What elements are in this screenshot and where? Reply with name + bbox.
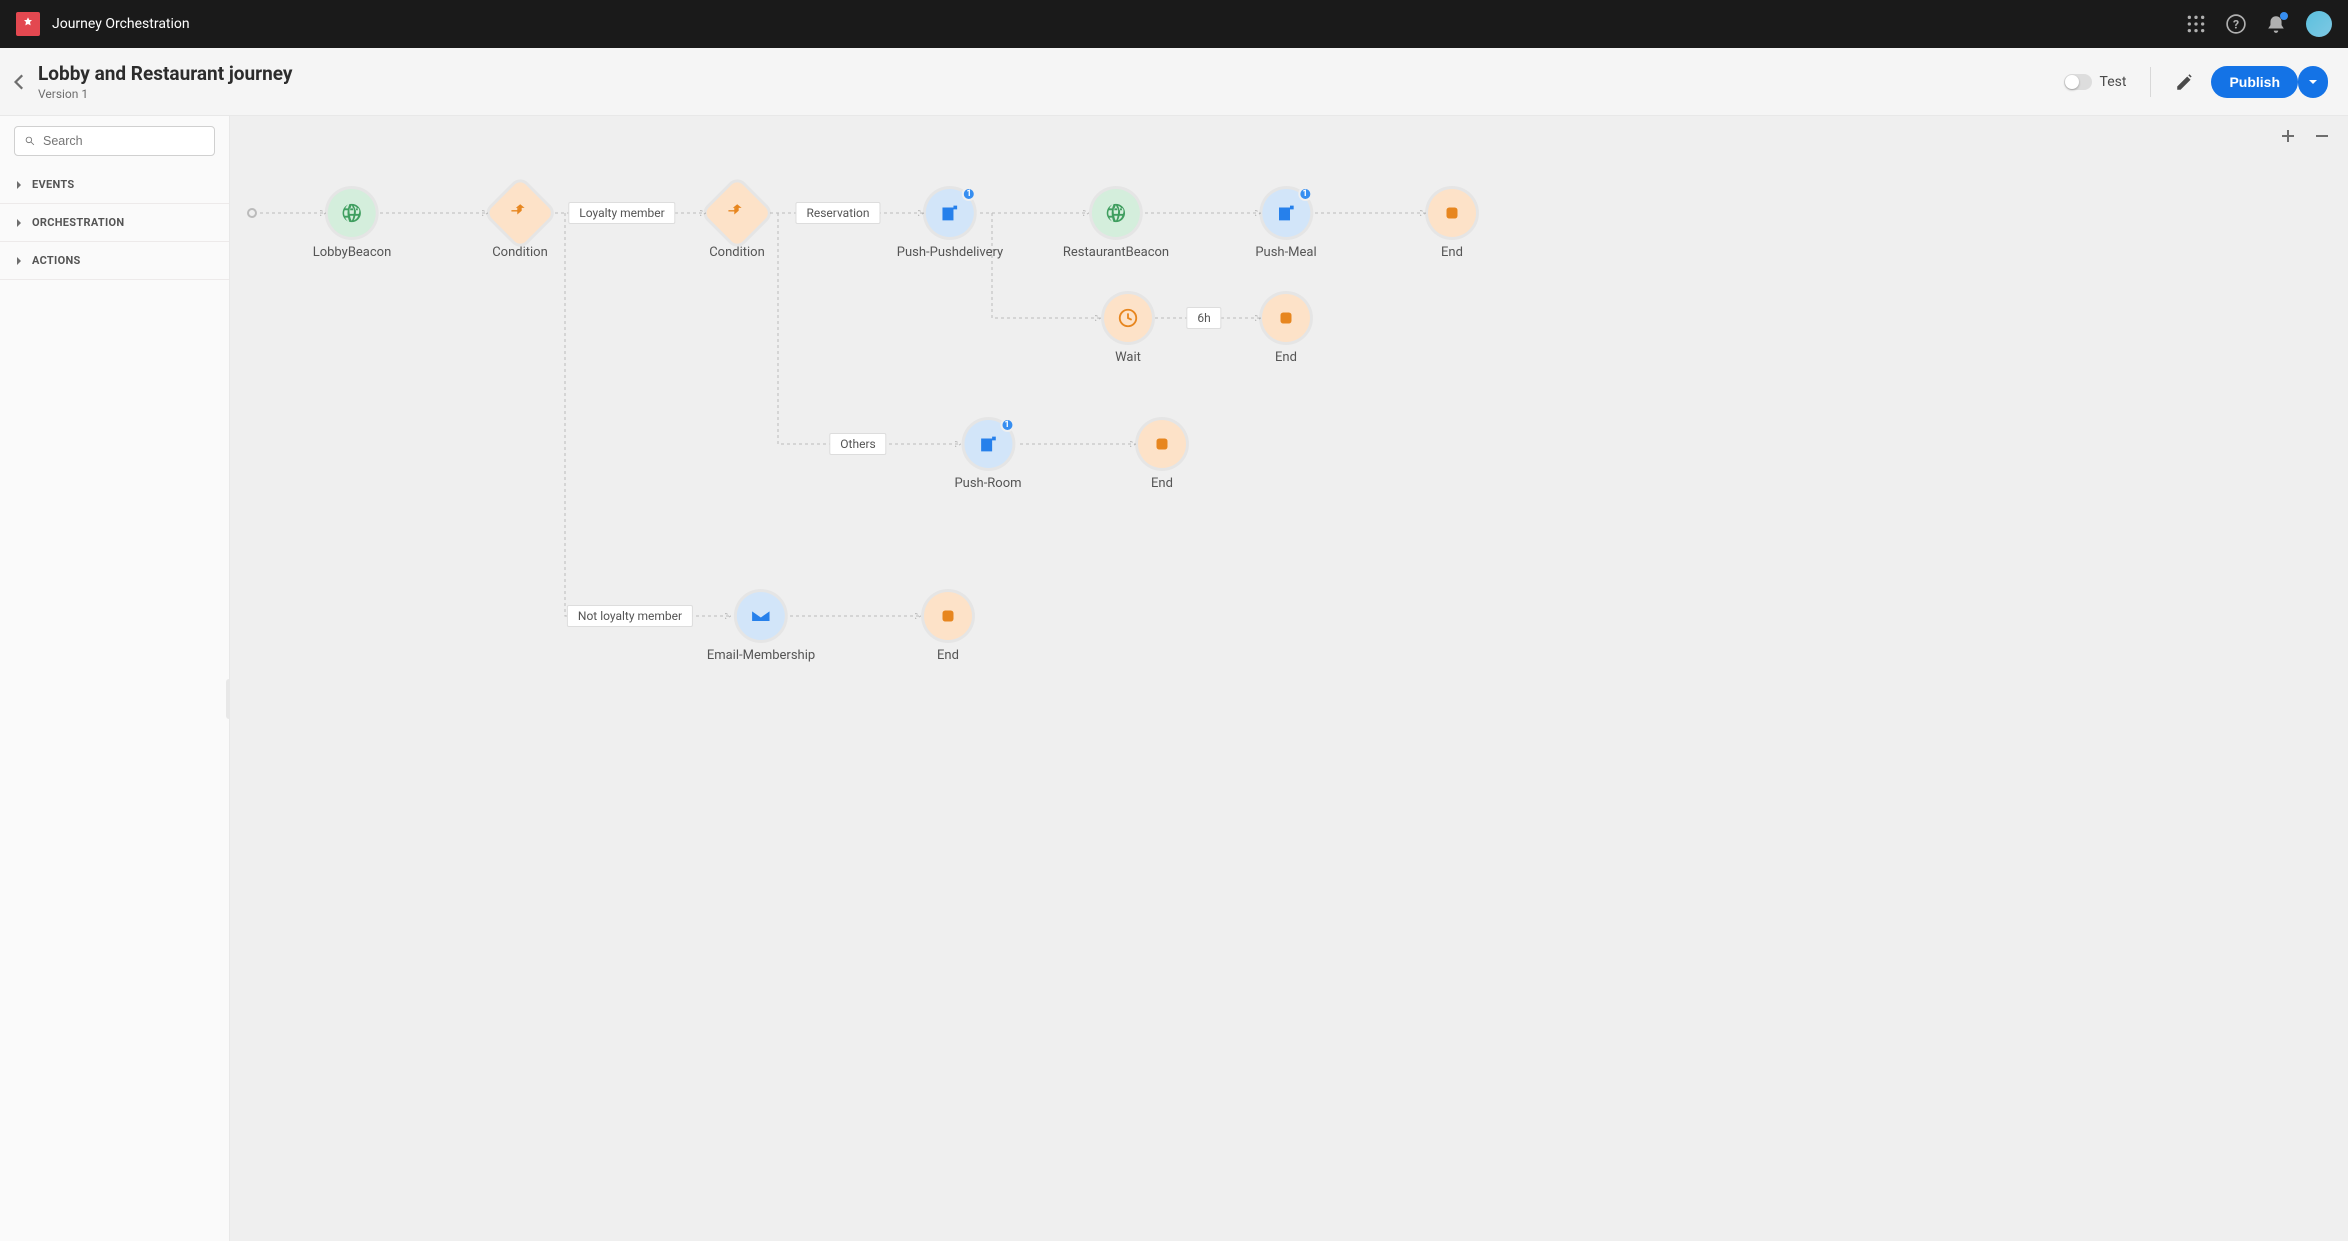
notification-dot <box>2280 12 2288 20</box>
node-lobby-beacon[interactable]: LobbyBeacon <box>313 189 392 260</box>
topbar: Journey Orchestration ? <box>0 0 2348 48</box>
publish-group: Publish <box>2211 66 2328 98</box>
end-icon <box>1138 420 1186 468</box>
path-label-loyalty[interactable]: Loyalty member <box>568 202 675 224</box>
app-name: Journey Orchestration <box>52 16 2186 32</box>
chevron-right-icon <box>14 256 24 266</box>
node-email-membership[interactable]: Email-Membership <box>707 592 815 663</box>
end-icon <box>1262 294 1310 342</box>
node-label: End <box>1151 476 1173 491</box>
node-condition-2[interactable]: Condition <box>709 189 765 260</box>
category-label: ACTIONS <box>32 254 81 267</box>
node-label: End <box>1275 350 1297 365</box>
node-label: Push-Room <box>954 476 1021 491</box>
node-label: End <box>937 648 959 663</box>
chevron-right-icon <box>14 218 24 228</box>
subheader-actions: Test Publish <box>2064 66 2328 98</box>
content: EVENTS ORCHESTRATION ACTIONS <box>0 116 2348 1241</box>
journey-version: Version 1 <box>38 87 2064 101</box>
node-push-meal[interactable]: 1 Push-Meal <box>1255 189 1316 260</box>
node-label: Condition <box>709 245 765 260</box>
notifications-icon[interactable] <box>2266 14 2286 34</box>
push-icon: 1 <box>926 189 974 237</box>
divider <box>2150 67 2151 97</box>
globe-icon <box>1092 189 1140 237</box>
path-label-not-loyalty[interactable]: Not loyalty member <box>567 605 693 627</box>
node-label: Push-Pushdelivery <box>897 245 1003 260</box>
node-label: RestaurantBeacon <box>1063 245 1169 260</box>
apps-grid-icon[interactable] <box>2186 14 2206 34</box>
branch-icon <box>703 179 771 247</box>
node-condition-1[interactable]: Condition <box>492 189 548 260</box>
node-wait[interactable]: Wait <box>1104 294 1152 365</box>
start-dot <box>247 208 257 218</box>
canvas-inner: LobbyBeacon Condition Loyalty member Con… <box>230 116 2348 1241</box>
path-label-reservation[interactable]: Reservation <box>795 202 880 224</box>
node-label: LobbyBeacon <box>313 245 392 260</box>
push-icon: 1 <box>1262 189 1310 237</box>
node-label: End <box>1441 245 1463 260</box>
node-end-2[interactable]: End <box>1262 294 1310 365</box>
node-label: Wait <box>1115 350 1141 365</box>
end-icon <box>1428 189 1476 237</box>
search-icon <box>25 133 35 149</box>
path-label-6h[interactable]: 6h <box>1186 307 1221 329</box>
category-label: EVENTS <box>32 178 74 191</box>
globe-icon <box>328 189 376 237</box>
email-icon <box>737 592 785 640</box>
chevron-right-icon <box>14 180 24 190</box>
canvas[interactable]: LobbyBeacon Condition Loyalty member Con… <box>230 116 2348 1241</box>
test-toggle[interactable] <box>2064 74 2092 90</box>
edit-button[interactable] <box>2175 72 2195 92</box>
node-end-3[interactable]: End <box>1138 420 1186 491</box>
user-avatar[interactable] <box>2306 11 2332 37</box>
svg-text:?: ? <box>2233 17 2239 31</box>
search-wrap <box>0 116 229 166</box>
title-block: Lobby and Restaurant journey Version 1 <box>38 62 2064 101</box>
node-badge: 1 <box>962 187 976 201</box>
category-orchestration[interactable]: ORCHESTRATION <box>0 204 229 242</box>
branch-icon <box>486 179 554 247</box>
node-restaurant-beacon[interactable]: RestaurantBeacon <box>1063 189 1169 260</box>
subheader: Lobby and Restaurant journey Version 1 T… <box>0 48 2348 116</box>
sidebar: EVENTS ORCHESTRATION ACTIONS <box>0 116 230 1241</box>
node-end-4[interactable]: End <box>924 592 972 663</box>
node-end-1[interactable]: End <box>1428 189 1476 260</box>
search-input[interactable] <box>43 134 204 148</box>
end-icon <box>924 592 972 640</box>
journey-title: Lobby and Restaurant journey <box>38 62 2064 85</box>
connectors <box>230 116 2348 1241</box>
category-events[interactable]: EVENTS <box>0 166 229 204</box>
app-logo-icon <box>16 12 40 36</box>
node-label: Condition <box>492 245 548 260</box>
back-button[interactable] <box>10 72 30 92</box>
publish-dropdown[interactable] <box>2298 66 2328 98</box>
search-box[interactable] <box>14 126 215 156</box>
path-label-others[interactable]: Others <box>829 433 886 455</box>
push-icon: 1 <box>964 420 1012 468</box>
node-badge: 1 <box>1000 418 1014 432</box>
node-badge: 1 <box>1298 187 1312 201</box>
test-toggle-label: Test <box>2100 74 2127 90</box>
category-label: ORCHESTRATION <box>32 216 124 229</box>
node-label: Push-Meal <box>1255 245 1316 260</box>
publish-button[interactable]: Publish <box>2211 66 2298 98</box>
node-label: Email-Membership <box>707 648 815 663</box>
help-icon[interactable]: ? <box>2226 14 2246 34</box>
node-push-delivery[interactable]: 1 Push-Pushdelivery <box>897 189 1003 260</box>
topbar-right: ? <box>2186 11 2332 37</box>
node-push-room[interactable]: 1 Push-Room <box>954 420 1021 491</box>
test-toggle-wrap: Test <box>2064 74 2127 90</box>
clock-icon <box>1104 294 1152 342</box>
category-actions[interactable]: ACTIONS <box>0 242 229 280</box>
